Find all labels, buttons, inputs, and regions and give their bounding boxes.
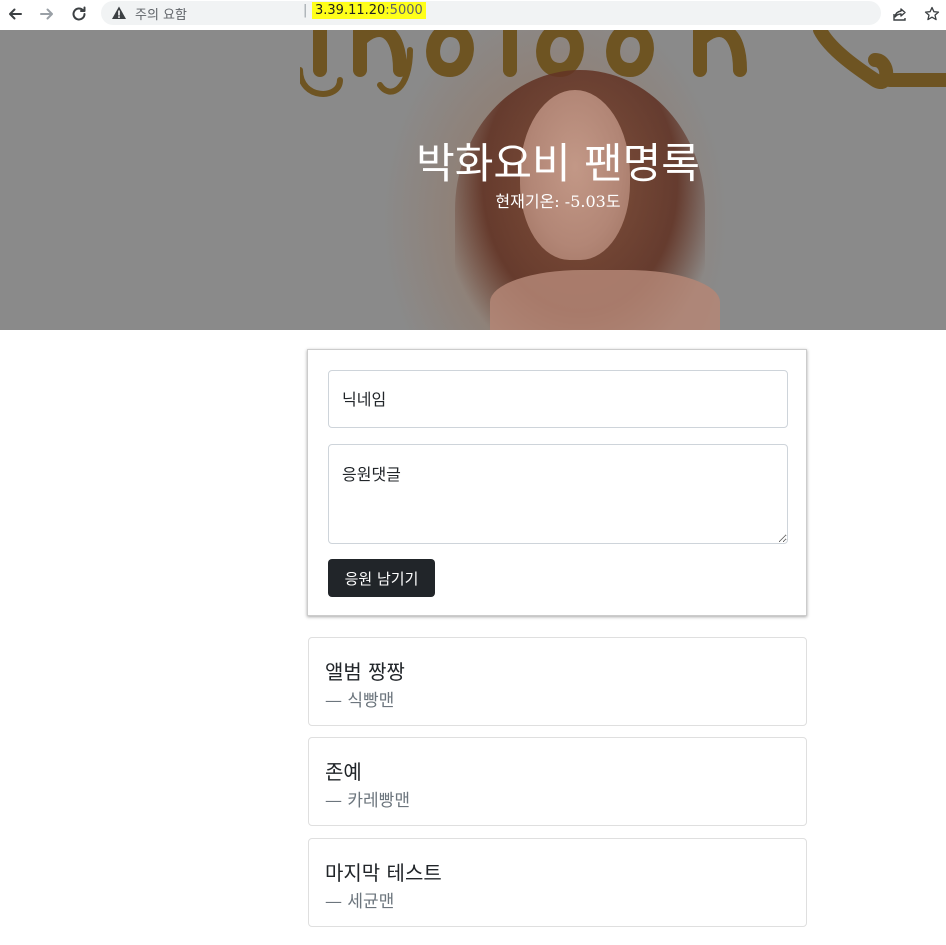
comment-text: 존예 xyxy=(325,760,362,784)
comment-card: 앨범 짱짱 — 식빵맨 xyxy=(308,637,807,726)
comment-author: — 세균맨 xyxy=(325,892,395,912)
comment-text: 앨범 짱짱 xyxy=(325,660,405,684)
star-icon[interactable] xyxy=(922,4,942,24)
weather-line: 현재기온: -5.03도 xyxy=(0,188,946,212)
security-warning-text[interactable]: 주의 요함 xyxy=(135,4,187,23)
weather-value: -5.03도 xyxy=(564,192,621,211)
page-title: 박화요비 팬명록 xyxy=(416,139,700,188)
url-host: 3.39.11.20 xyxy=(315,3,386,18)
comment-card: 마지막 테스트 — 세균맨 xyxy=(308,838,807,927)
reload-icon[interactable] xyxy=(68,3,90,25)
comment-author: — 카레빵맨 xyxy=(325,791,410,811)
url-port: :5000 xyxy=(385,3,423,18)
address-bar[interactable]: 주의 요함 | 3.39.11.20:5000 xyxy=(101,1,881,25)
share-icon[interactable] xyxy=(890,4,910,24)
url-text[interactable]: 3.39.11.20:5000 xyxy=(312,2,426,19)
comment-text: 마지막 테스트 xyxy=(325,861,442,885)
nickname-input[interactable] xyxy=(328,370,788,428)
omnibox-separator: | xyxy=(303,3,308,18)
back-arrow-icon[interactable] xyxy=(4,3,26,25)
comment-textarea[interactable] xyxy=(328,444,788,544)
hero-photo-arms xyxy=(490,270,720,330)
comment-form: 응원 남기기 xyxy=(307,349,807,616)
browser-toolbar: 주의 요함 | 3.39.11.20:5000 xyxy=(0,0,946,31)
comment-card: 존예 — 카레빵맨 xyxy=(308,737,807,826)
hero-banner: 박화요비 팬명록 현재기온: -5.03도 xyxy=(0,30,946,330)
comment-author: — 식빵맨 xyxy=(325,691,395,711)
forward-arrow-icon[interactable] xyxy=(36,3,58,25)
warning-icon xyxy=(112,6,126,19)
weather-label: 현재기온: xyxy=(495,192,560,211)
submit-comment-button[interactable]: 응원 남기기 xyxy=(328,559,435,597)
